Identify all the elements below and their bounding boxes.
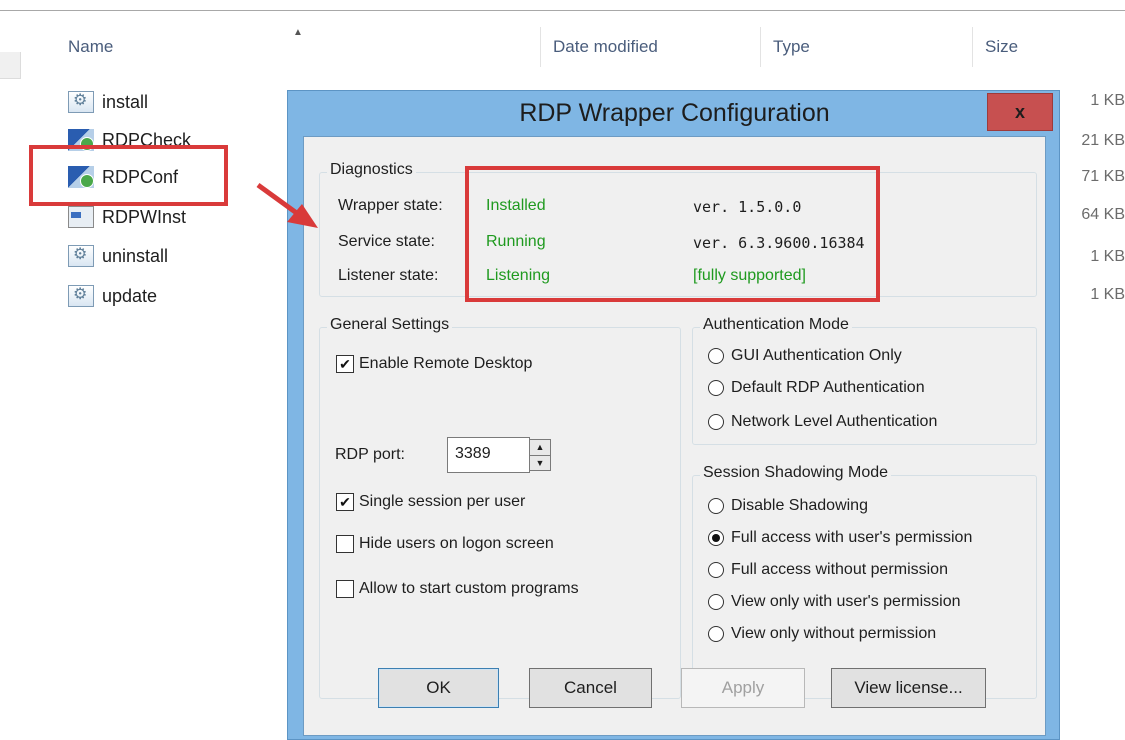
annotation-arrow-icon	[256, 182, 318, 228]
